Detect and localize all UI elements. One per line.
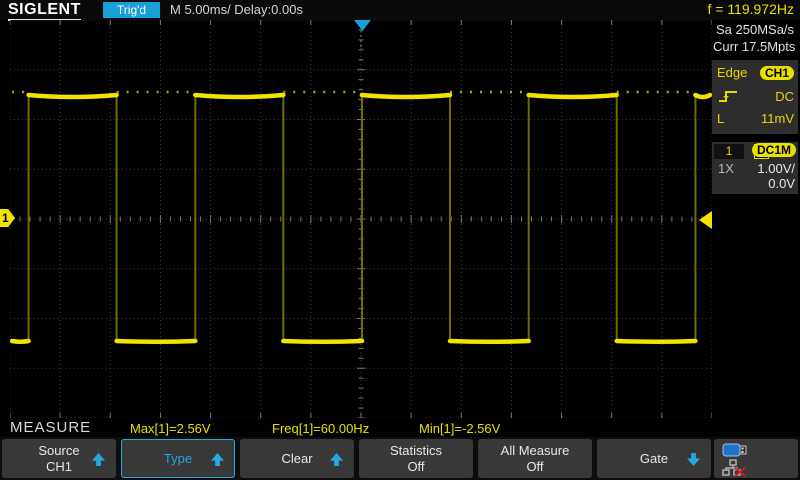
softkey-all-measure-button[interactable]: All Measure Off bbox=[478, 439, 592, 478]
connectivity-panel bbox=[714, 439, 798, 478]
lan-disconnected-icon bbox=[722, 459, 746, 477]
softkey-label: Off bbox=[526, 458, 544, 474]
frequency-counter-readout: f = 119.972Hz bbox=[707, 1, 794, 17]
channel1-info-panel[interactable]: 1 B DC1M 1X 1.00V/ 0.0V bbox=[712, 142, 798, 194]
channel-number-chip: 1 bbox=[714, 144, 744, 159]
softkey-gate-button[interactable]: Gate bbox=[597, 439, 711, 478]
brand-logo: SIGLENT bbox=[8, 1, 81, 21]
probe-attenuation-readout: 1X bbox=[718, 161, 734, 176]
softkey-statistics-button[interactable]: Statistics Off bbox=[359, 439, 473, 478]
oscilloscope-screen: SIGLENT Trig'd M 5.00ms/ Delay:0.00s f =… bbox=[0, 0, 800, 480]
waveform-display bbox=[10, 20, 712, 418]
up-arrow-icon bbox=[92, 452, 105, 466]
softkey-source-button[interactable]: Source CH1 bbox=[2, 439, 116, 478]
softkey-label: Off bbox=[407, 458, 425, 474]
volts-per-div-readout: 1.00V/ bbox=[757, 161, 795, 176]
softkey-label: Type bbox=[163, 450, 193, 466]
up-arrow-icon bbox=[211, 452, 224, 466]
softkey-label: Statistics bbox=[389, 442, 442, 458]
trigger-type-label: Edge bbox=[717, 65, 748, 80]
softkey-label: CH1 bbox=[45, 458, 72, 474]
trigger-level-value: 11mV bbox=[761, 111, 794, 126]
top-status-bar: SIGLENT Trig'd M 5.00ms/ Delay:0.00s f =… bbox=[0, 0, 800, 21]
trigger-source-badge: CH1 bbox=[759, 65, 794, 80]
trigger-status-badge: Trig'd bbox=[103, 2, 160, 18]
measurement-max: Max[1]=2.56V bbox=[130, 421, 211, 436]
rising-edge-icon bbox=[719, 91, 737, 102]
softkey-label: All Measure bbox=[500, 442, 570, 458]
up-arrow-icon bbox=[330, 452, 343, 466]
sample-rate-readout: Sa 250MSa/s bbox=[716, 22, 795, 37]
measurement-min: Min[1]=-2.56V bbox=[419, 421, 501, 436]
trigger-settings-panel[interactable]: Edge CH1 DC L 11mV bbox=[712, 60, 798, 134]
softkey-label: Gate bbox=[639, 450, 669, 466]
trigger-level-label: L bbox=[717, 111, 725, 126]
measure-title: MEASURE bbox=[10, 419, 92, 436]
down-arrow-icon bbox=[687, 452, 700, 466]
memory-depth-readout: Curr 17.5Mpts bbox=[713, 39, 796, 54]
status-sidebar: Sa 250MSa/s Curr 17.5Mpts Edge CH1 DC L … bbox=[712, 20, 800, 418]
softkey-label: Clear bbox=[281, 450, 313, 466]
softkey-type-button[interactable]: Type bbox=[121, 439, 235, 478]
softkey-clear-button[interactable]: Clear bbox=[240, 439, 354, 478]
timebase-readout: M 5.00ms/ Delay:0.00s bbox=[170, 2, 303, 17]
trigger-coupling-label: DC bbox=[775, 88, 794, 104]
channel-offset-readout: 0.0V bbox=[768, 176, 795, 191]
measurement-freq: Freq[1]=60.00Hz bbox=[272, 421, 370, 436]
usb-icon bbox=[722, 443, 747, 457]
channel-coupling-badge: DC1M bbox=[751, 143, 796, 157]
softkey-menu-bar: Source CH1 Type Clear Statistics Off All Measu… bbox=[0, 437, 800, 480]
softkey-label: Source bbox=[38, 442, 80, 458]
graticule-and-trace bbox=[10, 20, 712, 418]
measurement-bar: MEASURE Max[1]=2.56V Freq[1]=60.00Hz Min… bbox=[0, 418, 800, 437]
